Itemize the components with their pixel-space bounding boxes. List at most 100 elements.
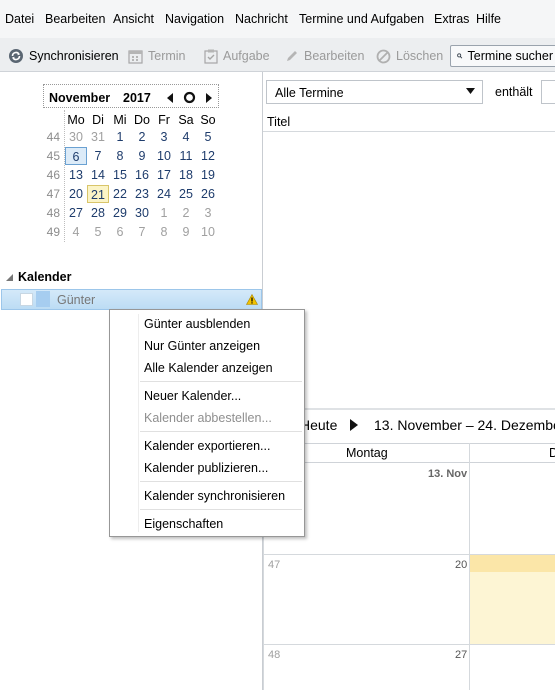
menu-bar: Datei Bearbeiten Ansicht Navigation Nach… xyxy=(0,0,555,38)
menu-item-publish-calendar[interactable]: Kalender publizieren... xyxy=(144,461,268,475)
week-number: 47 xyxy=(46,187,60,201)
minimonth-day[interactable]: 15 xyxy=(109,166,131,184)
calendar-visibility-checkbox[interactable] xyxy=(20,293,33,306)
minimonth-day[interactable]: 14 xyxy=(87,166,109,184)
weekday-header: Di xyxy=(92,113,104,127)
minimonth-day[interactable]: 3 xyxy=(153,128,175,146)
next-period-icon[interactable] xyxy=(349,419,359,431)
minimonth-day[interactable]: 12 xyxy=(197,147,219,165)
minimonth-day[interactable]: 6 xyxy=(65,147,87,165)
day-column-headers xyxy=(263,443,555,463)
minimonth-day[interactable]: 4 xyxy=(65,223,87,241)
minimonth-day[interactable]: 28 xyxy=(87,204,109,222)
menu-separator xyxy=(140,431,302,432)
minimonth-day[interactable]: 9 xyxy=(131,147,153,165)
event-filter-select[interactable]: Alle Termine xyxy=(266,80,483,104)
minimonth-day[interactable]: 1 xyxy=(153,204,175,222)
minimonth-day[interactable]: 18 xyxy=(175,166,197,184)
minimonth-day[interactable]: 17 xyxy=(153,166,175,184)
minimonth-day[interactable]: 16 xyxy=(131,166,153,184)
menu-item-hide-calendar[interactable]: Günter ausblenden xyxy=(144,317,250,331)
minimonth-day[interactable]: 26 xyxy=(197,185,219,203)
collapse-triangle-icon[interactable] xyxy=(6,274,13,281)
minimonth-day[interactable]: 8 xyxy=(109,147,131,165)
task-icon xyxy=(204,49,218,64)
event-search-input[interactable] xyxy=(541,80,555,104)
menu-gutter xyxy=(138,314,139,532)
new-event-button[interactable]: Termin xyxy=(128,45,186,67)
menu-item-show-only-calendar[interactable]: Nur Günter anzeigen xyxy=(144,339,260,353)
menu-nachricht[interactable]: Nachricht xyxy=(235,12,288,26)
minimonth-day[interactable]: 6 xyxy=(109,223,131,241)
minimonth-day[interactable]: 31 xyxy=(87,128,109,146)
minimonth-day[interactable]: 1 xyxy=(109,128,131,146)
title-column-header[interactable]: Titel xyxy=(267,115,290,129)
cell-date[interactable]: 13. Nov xyxy=(428,468,467,480)
minimonth-day[interactable]: 25 xyxy=(175,185,197,203)
weekday-header: Mi xyxy=(113,113,127,127)
menu-item-export-calendar[interactable]: Kalender exportieren... xyxy=(144,439,270,453)
minimonth-day[interactable]: 10 xyxy=(197,223,219,241)
today-button[interactable]: Heute xyxy=(300,417,337,433)
minimonth-day[interactable]: 3 xyxy=(197,204,219,222)
menu-navigation[interactable]: Navigation xyxy=(165,12,224,26)
menu-hilfe[interactable]: Hilfe xyxy=(476,12,501,26)
menu-item-unsubscribe-calendar[interactable]: Kalender abbestellen... xyxy=(144,411,272,425)
today-circle-icon[interactable] xyxy=(183,91,196,104)
search-events-button[interactable]: Termine sucher xyxy=(450,45,555,67)
cell-date[interactable]: 27 xyxy=(455,649,467,661)
menu-ansicht[interactable]: Ansicht xyxy=(113,12,154,26)
grid-line xyxy=(469,443,470,690)
minimonth-day[interactable]: 22 xyxy=(109,185,131,203)
edit-label: Bearbeiten xyxy=(304,49,365,63)
menu-item-new-calendar[interactable]: Neuer Kalender... xyxy=(144,389,241,403)
minimonth-day[interactable]: 19 xyxy=(197,166,219,184)
minimonth-day[interactable]: 10 xyxy=(153,147,175,165)
minimonth-day[interactable]: 27 xyxy=(65,204,87,222)
sync-icon xyxy=(9,49,23,63)
minimonth-day[interactable]: 24 xyxy=(153,185,175,203)
minimonth-day[interactable]: 7 xyxy=(87,147,109,165)
search-icon xyxy=(457,53,463,59)
minimonth-day[interactable]: 4 xyxy=(175,128,197,146)
minimonth-day[interactable]: 2 xyxy=(131,128,153,146)
pane-splitter[interactable] xyxy=(263,408,555,410)
minimonth-year[interactable]: 2017 xyxy=(123,91,151,105)
menu-item-calendar-properties[interactable]: Eigenschaften xyxy=(144,517,223,531)
minimonth-day[interactable]: 23 xyxy=(131,185,153,203)
weekday-header: Mo xyxy=(67,113,85,127)
minimonth-day[interactable]: 30 xyxy=(131,204,153,222)
minimonth-day[interactable]: 11 xyxy=(175,147,197,165)
event-list[interactable] xyxy=(263,132,555,408)
minimonth-day[interactable]: 5 xyxy=(87,223,109,241)
today-cell-header xyxy=(470,555,555,572)
menu-datei[interactable]: Datei xyxy=(5,12,34,26)
minimonth-month[interactable]: November xyxy=(49,91,110,105)
edit-button[interactable]: Bearbeiten xyxy=(285,45,364,67)
menu-item-synchronize-calendar[interactable]: Kalender synchronisieren xyxy=(144,489,285,503)
sync-button[interactable]: Synchronisieren xyxy=(8,45,119,67)
menu-item-show-all-calendars[interactable]: Alle Kalender anzeigen xyxy=(144,361,273,375)
minimonth-day[interactable]: 20 xyxy=(65,185,87,203)
minimonth-day[interactable]: 13 xyxy=(65,166,87,184)
minimonth-day[interactable]: 7 xyxy=(131,223,153,241)
pencil-icon xyxy=(287,51,297,61)
menu-bearbeiten[interactable]: Bearbeiten xyxy=(45,12,105,26)
minimonth-day[interactable]: 8 xyxy=(153,223,175,241)
minimonth-day[interactable]: 9 xyxy=(175,223,197,241)
minimonth-day[interactable]: 21 xyxy=(87,185,109,203)
new-task-button[interactable]: Aufgabe xyxy=(204,45,270,67)
previous-month-icon[interactable] xyxy=(166,93,174,103)
toolbar: Synchronisieren Termin Aufgabe Bearbeite… xyxy=(0,38,555,72)
menu-termine-und-aufgaben[interactable]: Termine und Aufgaben xyxy=(299,12,424,26)
minimonth-day[interactable]: 2 xyxy=(175,204,197,222)
cell-date[interactable]: 20 xyxy=(455,559,467,571)
minimonth-day[interactable]: 5 xyxy=(197,128,219,146)
menu-extras[interactable]: Extras xyxy=(434,12,469,26)
minimonth-day[interactable]: 29 xyxy=(109,204,131,222)
menu-separator xyxy=(140,509,302,510)
delete-button[interactable]: Löschen xyxy=(376,45,443,67)
new-task-label: Aufgabe xyxy=(223,49,270,63)
minimonth-day[interactable]: 30 xyxy=(65,128,87,146)
next-month-icon[interactable] xyxy=(205,93,213,103)
